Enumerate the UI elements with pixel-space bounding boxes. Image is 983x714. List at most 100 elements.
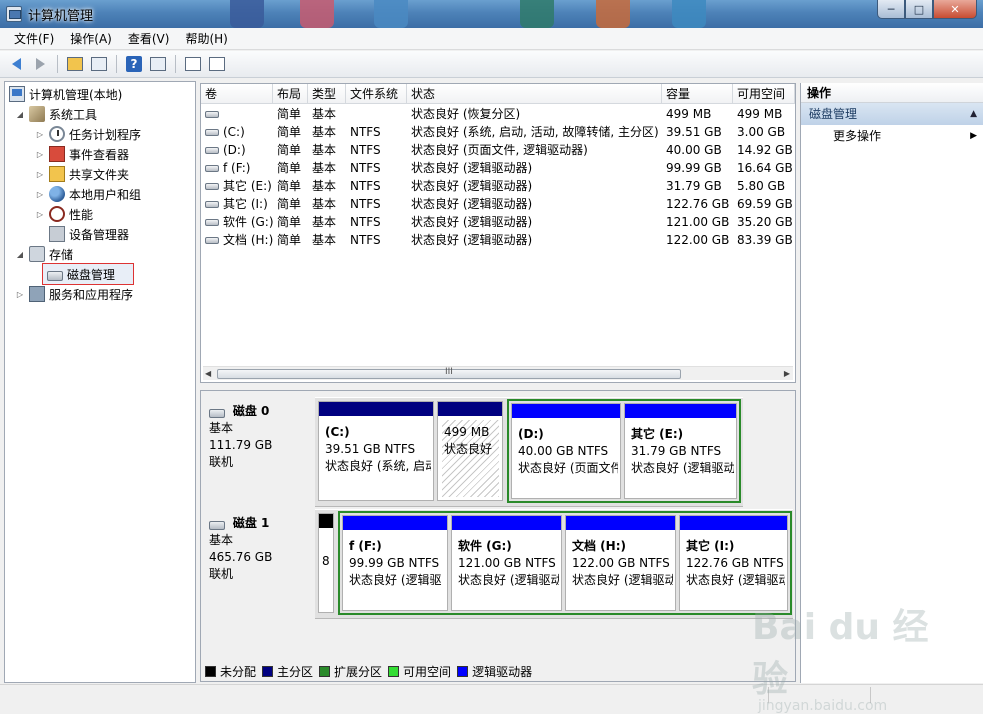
expand-icon[interactable]: ▷ [15,290,25,299]
minimize-button[interactable]: ─ [877,0,905,19]
tree-item-storage[interactable]: ◢ 存储 [15,244,73,264]
table-row[interactable]: 简单 基本 状态良好 (恢复分区) 499 MB 499 MB [201,105,795,123]
partition-e[interactable]: 其它 (E:) 31.79 GB NTFS 状态良好 (逻辑驱动 [624,403,737,499]
partition-f[interactable]: f (F:) 99.99 GB NTFS 状态良好 (逻辑驱 [342,515,448,611]
expand-icon[interactable]: ▷ [35,190,45,199]
expand-icon[interactable]: ▷ [35,210,45,219]
tree-item-label: 设备管理器 [69,227,130,242]
volume-icon [205,183,219,190]
more-actions-item[interactable]: 更多操作 ▶ [801,125,983,147]
partition-status: 状态良好 (逻辑驱动 [458,573,559,587]
disk-size: 465.76 GB [209,550,273,564]
cell-type: 基本 [312,179,337,193]
disk-type: 基本 [209,421,234,435]
column-header-volume[interactable]: 卷 [201,84,273,104]
tree-item-local-users[interactable]: ▷ 本地用户和组 [35,184,141,204]
maximize-button[interactable]: □ [905,0,933,19]
legend-item: 未分配 [205,663,256,680]
scroll-right-icon[interactable]: ▶ [784,369,790,378]
help-button[interactable]: ? [124,54,144,74]
tree-item-services-apps[interactable]: ▷ 服务和应用程序 [15,284,133,304]
table-row[interactable]: (C:) 简单 基本 NTFS 状态良好 (系统, 启动, 活动, 故障转储, … [201,123,795,141]
logical-drive-bar [680,516,787,530]
folder-up-icon [67,57,83,71]
menu-help[interactable]: 帮助(H) [177,30,235,47]
partition-name: 其它 (E:) [631,427,684,441]
table-row[interactable]: 其它 (I:) 简单 基本 NTFS 状态良好 (逻辑驱动器) 122.76 G… [201,195,795,213]
collapse-icon[interactable]: ◢ [15,250,25,259]
partition-d[interactable]: (D:) 40.00 GB NTFS 状态良好 (页面文件 [511,403,621,499]
properties-button[interactable] [207,54,227,74]
cell-type: 基本 [312,107,337,121]
background-decoration [672,0,706,28]
column-header-free-space[interactable]: 可用空间 [733,84,795,104]
expand-icon[interactable]: ▷ [35,130,45,139]
disk-status: 联机 [209,567,234,581]
volume-icon [205,129,219,136]
menu-view[interactable]: 查看(V) [120,30,178,47]
tree-item-device-manager[interactable]: 设备管理器 [49,224,129,244]
close-button[interactable]: ✕ [933,0,977,19]
column-header-status[interactable]: 状态 [407,84,662,104]
cell-volume: 其它 (E:) [223,179,272,193]
disk-1-info[interactable]: 磁盘 1 基本 465.76 GB 联机 [209,515,309,583]
expand-icon[interactable]: ▷ [35,150,45,159]
tree-item-task-scheduler[interactable]: ▷ 任务计划程序 [35,124,141,144]
background-decoration [596,0,630,28]
column-header-layout[interactable]: 布局 [273,84,308,104]
cell-capacity: 40.00 GB [666,143,722,157]
column-header-filesystem[interactable]: 文件系统 [346,84,407,104]
refresh-button[interactable] [183,54,203,74]
column-header-type[interactable]: 类型 [308,84,346,104]
tree-item-computer-management[interactable]: 计算机管理(本地) [9,84,122,104]
partition-h[interactable]: 文档 (H:) 122.00 GB NTFS 状态良好 (逻辑驱动 [565,515,676,611]
partition-name: 软件 (G:) [458,539,512,553]
expand-icon[interactable]: ▷ [35,170,45,179]
up-level-button[interactable] [65,54,85,74]
cell-free-space: 35.20 GB [737,215,793,229]
horizontal-scrollbar[interactable]: ◀ III ▶ [203,366,793,380]
partition-recovery[interactable]: 499 MB 状态良好 [437,401,503,501]
show-hide-action-pane-button[interactable] [148,54,168,74]
disk-0-info[interactable]: 磁盘 0 基本 111.79 GB 联机 [209,403,309,471]
computer-icon [9,86,25,102]
events-icon [49,146,65,162]
tree-item-shared-folders[interactable]: ▷ 共享文件夹 [35,164,129,184]
tree-item-system-tools[interactable]: ◢ 系统工具 [15,104,97,124]
forward-button[interactable] [30,54,50,74]
table-row[interactable]: 软件 (G:) 简单 基本 NTFS 状态良好 (逻辑驱动器) 121.00 G… [201,213,795,231]
action-pane-header: 操作 [801,83,983,103]
background-decoration [374,0,408,28]
scroll-left-icon[interactable]: ◀ [205,369,211,378]
partition-size: 122.00 GB NTFS [572,556,670,570]
services-icon [29,286,45,302]
logical-drive-bar [625,404,736,418]
table-row[interactable]: (D:) 简单 基本 NTFS 状态良好 (页面文件, 逻辑驱动器) 40.00… [201,141,795,159]
properties-icon [209,57,225,71]
title-bar[interactable]: 计算机管理 ─ □ ✕ [0,0,983,28]
column-header-capacity[interactable]: 容量 [662,84,733,104]
partition-i[interactable]: 其它 (I:) 122.76 GB NTFS 状态良好 (逻辑驱动 [679,515,788,611]
menu-file[interactable]: 文件(F) [6,30,62,47]
collapse-icon[interactable]: ◢ [15,110,25,119]
tree-item-event-viewer[interactable]: ▷ 事件查看器 [35,144,129,164]
cell-status: 状态良好 (恢复分区) [411,107,521,121]
toolbar-separator [57,55,58,73]
show-hide-tree-button[interactable] [89,54,109,74]
table-row[interactable]: 文档 (H:) 简单 基本 NTFS 状态良好 (逻辑驱动器) 122.00 G… [201,231,795,249]
logical-drive-bar [343,516,447,530]
collapse-up-icon[interactable]: ▲ [970,103,977,125]
partition-size: 499 MB [444,425,490,439]
legend-item: 扩展分区 [319,663,382,680]
partition-unallocated[interactable]: 8 [318,513,334,613]
action-group-disk-management[interactable]: 磁盘管理 ▲ [801,103,983,125]
partition-g[interactable]: 软件 (G:) 121.00 GB NTFS 状态良好 (逻辑驱动 [451,515,562,611]
tree-item-disk-management[interactable]: 磁盘管理 [42,263,134,285]
tree-item-performance[interactable]: ▷ 性能 [35,204,93,224]
back-button[interactable] [6,54,26,74]
cell-filesystem: NTFS [350,143,381,157]
table-row[interactable]: f (F:) 简单 基本 NTFS 状态良好 (逻辑驱动器) 99.99 GB … [201,159,795,177]
table-row[interactable]: 其它 (E:) 简单 基本 NTFS 状态良好 (逻辑驱动器) 31.79 GB… [201,177,795,195]
partition-c[interactable]: (C:) 39.51 GB NTFS 状态良好 (系统, 启动 [318,401,434,501]
menu-action[interactable]: 操作(A) [62,30,120,47]
